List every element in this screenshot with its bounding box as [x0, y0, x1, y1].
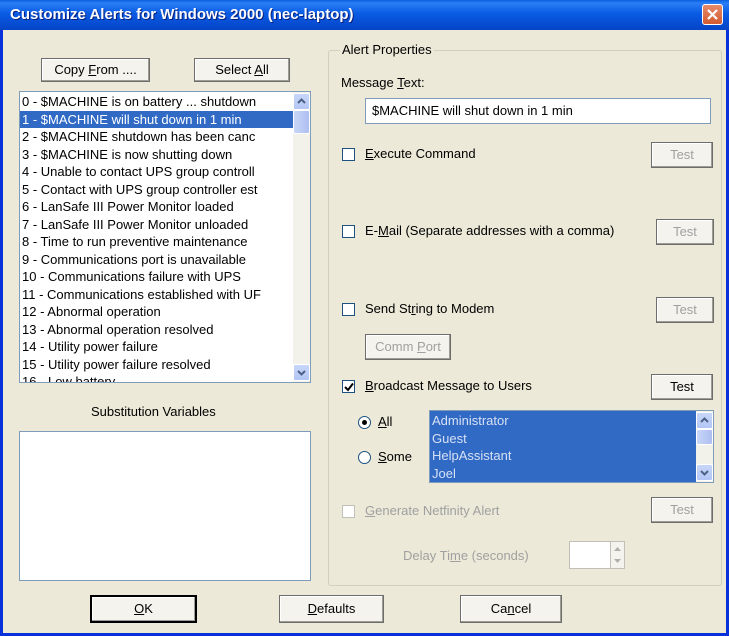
radio-some-label: Some: [378, 449, 412, 464]
chevron-up-icon: [700, 417, 709, 423]
radio-some[interactable]: [358, 451, 371, 464]
chevron-down-icon: [700, 470, 709, 476]
checkmark-icon: [344, 382, 354, 392]
alert-properties-label: Alert Properties: [340, 42, 434, 57]
alert-list-scrollbar[interactable]: [293, 92, 310, 382]
alert-list-item[interactable]: 11 - Communications established with UF: [20, 286, 294, 304]
copy-from-label: Copy From ....: [54, 62, 137, 77]
execute-command-checkbox[interactable]: [342, 148, 355, 161]
user-list-item[interactable]: Guest: [430, 430, 696, 448]
delay-time-spinner[interactable]: [610, 541, 625, 569]
alert-list[interactable]: 0 - $MACHINE is on battery ... shutdown 1…: [19, 91, 311, 383]
alert-list-item[interactable]: 2 - $MACHINE shutdown has been canc: [20, 128, 294, 146]
users-list-scrollbar[interactable]: [696, 411, 713, 482]
broadcast-test-button[interactable]: Test: [651, 374, 713, 400]
users-scroll-thumb[interactable]: [696, 429, 713, 445]
alert-list-item[interactable]: 6 - LanSafe III Power Monitor loaded: [20, 198, 294, 216]
execute-test-button[interactable]: Test: [651, 142, 713, 168]
broadcast-message-label: Broadcast Message to Users: [365, 378, 532, 393]
alert-list-item[interactable]: 16 - Low battery: [20, 373, 294, 382]
close-icon: [707, 9, 718, 20]
message-text-label: Message Text:: [341, 75, 425, 90]
spin-arrows-icon: [614, 547, 621, 563]
user-list-item[interactable]: Administrator: [430, 412, 696, 430]
alert-list-item[interactable]: 4 - Unable to contact UPS group controll: [20, 163, 294, 181]
users-scroll-up-button[interactable]: [696, 412, 713, 429]
alert-list-item[interactable]: 7 - LanSafe III Power Monitor unloaded: [20, 216, 294, 234]
netfinity-alert-checkbox[interactable]: [342, 505, 355, 518]
substitution-variables-label: Substitution Variables: [91, 404, 216, 419]
radio-all-label: All: [378, 414, 393, 429]
alert-list-item[interactable]: 1 - $MACHINE will shut down in 1 min: [20, 110, 294, 128]
substitution-variables-list[interactable]: [19, 431, 311, 581]
alert-list-item[interactable]: 14 - Utility power failure: [20, 338, 294, 356]
window-title: Customize Alerts for Windows 2000 (nec-l…: [10, 6, 354, 23]
alert-list-item[interactable]: 0 - $MACHINE is on battery ... shutdown: [20, 93, 294, 111]
alert-list-item[interactable]: 3 - $MACHINE is now shutting down: [20, 146, 294, 164]
email-test-button[interactable]: Test: [656, 219, 714, 245]
customize-alerts-dialog: Customize Alerts for Windows 2000 (nec-l…: [0, 0, 729, 636]
email-label: E-Mail (Separate addresses with a comma): [365, 223, 615, 238]
netfinity-test-button[interactable]: Test: [651, 497, 713, 523]
user-list-item[interactable]: Joel: [430, 465, 696, 483]
users-scroll-down-button[interactable]: [696, 464, 713, 481]
comm-port-button[interactable]: Comm Port: [365, 334, 451, 360]
select-all-button[interactable]: Select All: [194, 58, 290, 82]
alert-list-item[interactable]: 10 - Communications failure with UPS: [20, 268, 294, 286]
message-text-input[interactable]: $MACHINE will shut down in 1 min: [365, 98, 711, 124]
alert-list-item[interactable]: 5 - Contact with UPS group controller es…: [20, 181, 294, 199]
alert-list-item[interactable]: 12 - Abnormal operation: [20, 303, 294, 321]
alert-list-item[interactable]: 15 - Utility power failure resolved: [20, 356, 294, 374]
send-string-to-modem-label: Send String to Modem: [365, 301, 495, 316]
chevron-up-icon: [297, 98, 306, 104]
ok-button[interactable]: OK: [90, 595, 197, 623]
send-string-to-modem-checkbox[interactable]: [342, 303, 355, 316]
modem-test-button[interactable]: Test: [656, 297, 714, 323]
email-checkbox[interactable]: [342, 225, 355, 238]
user-list-item[interactable]: HelpAssistant: [430, 447, 696, 465]
radio-all[interactable]: [358, 416, 371, 429]
defaults-button[interactable]: Defaults: [279, 595, 384, 623]
alert-list-item[interactable]: 8 - Time to run preventive maintenance: [20, 233, 294, 251]
copy-from-button[interactable]: Copy From ....: [41, 58, 150, 82]
select-all-label: Select All: [215, 62, 269, 77]
netfinity-alert-label: Generate Netfinity Alert: [365, 503, 500, 518]
close-button[interactable]: [702, 4, 723, 25]
alert-list-item[interactable]: 9 - Communications port is unavailable: [20, 251, 294, 269]
title-bar: Customize Alerts for Windows 2000 (nec-l…: [0, 0, 729, 30]
alert-list-item[interactable]: 13 - Abnormal operation resolved: [20, 321, 294, 339]
chevron-down-icon: [297, 370, 306, 376]
scroll-up-button[interactable]: [293, 93, 310, 110]
execute-command-label: Execute Command: [365, 146, 476, 161]
delay-time-input[interactable]: [569, 541, 611, 569]
scroll-down-button[interactable]: [293, 364, 310, 381]
scroll-thumb[interactable]: [293, 110, 310, 134]
cancel-button[interactable]: Cancel: [460, 595, 562, 623]
delay-time-label: Delay Time (seconds): [403, 548, 529, 563]
users-list[interactable]: Administrator Guest HelpAssistant Joel: [429, 410, 714, 483]
broadcast-message-checkbox[interactable]: [342, 380, 355, 393]
